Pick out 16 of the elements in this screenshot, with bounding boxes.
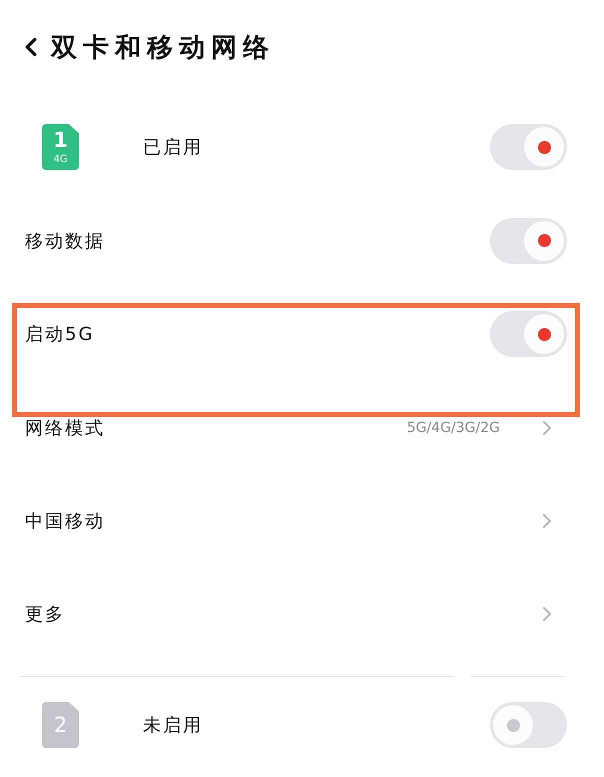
sim-number: 2	[54, 714, 68, 736]
toggle-switch[interactable]	[490, 702, 567, 748]
setting-label: 网络模式	[25, 416, 105, 440]
sim-status-label: 未启用	[143, 714, 203, 737]
toggle-switch[interactable]	[490, 124, 567, 170]
setting-label: 移动数据	[25, 230, 105, 252]
setting-label: 启动5G	[25, 323, 94, 346]
toggle-switch[interactable]	[490, 311, 567, 357]
setting-label: 中国移动	[25, 510, 105, 532]
sim-number: 1	[53, 128, 68, 150]
network-type-label: 4G	[53, 154, 68, 166]
sim-status-label: 已启用	[143, 136, 203, 159]
setting-value: 5G/4G/3G/2G	[406, 420, 500, 436]
toggle-switch[interactable]	[490, 218, 567, 264]
page-title: 双卡和移动网络	[51, 32, 275, 64]
setting-label: 更多	[25, 602, 65, 626]
